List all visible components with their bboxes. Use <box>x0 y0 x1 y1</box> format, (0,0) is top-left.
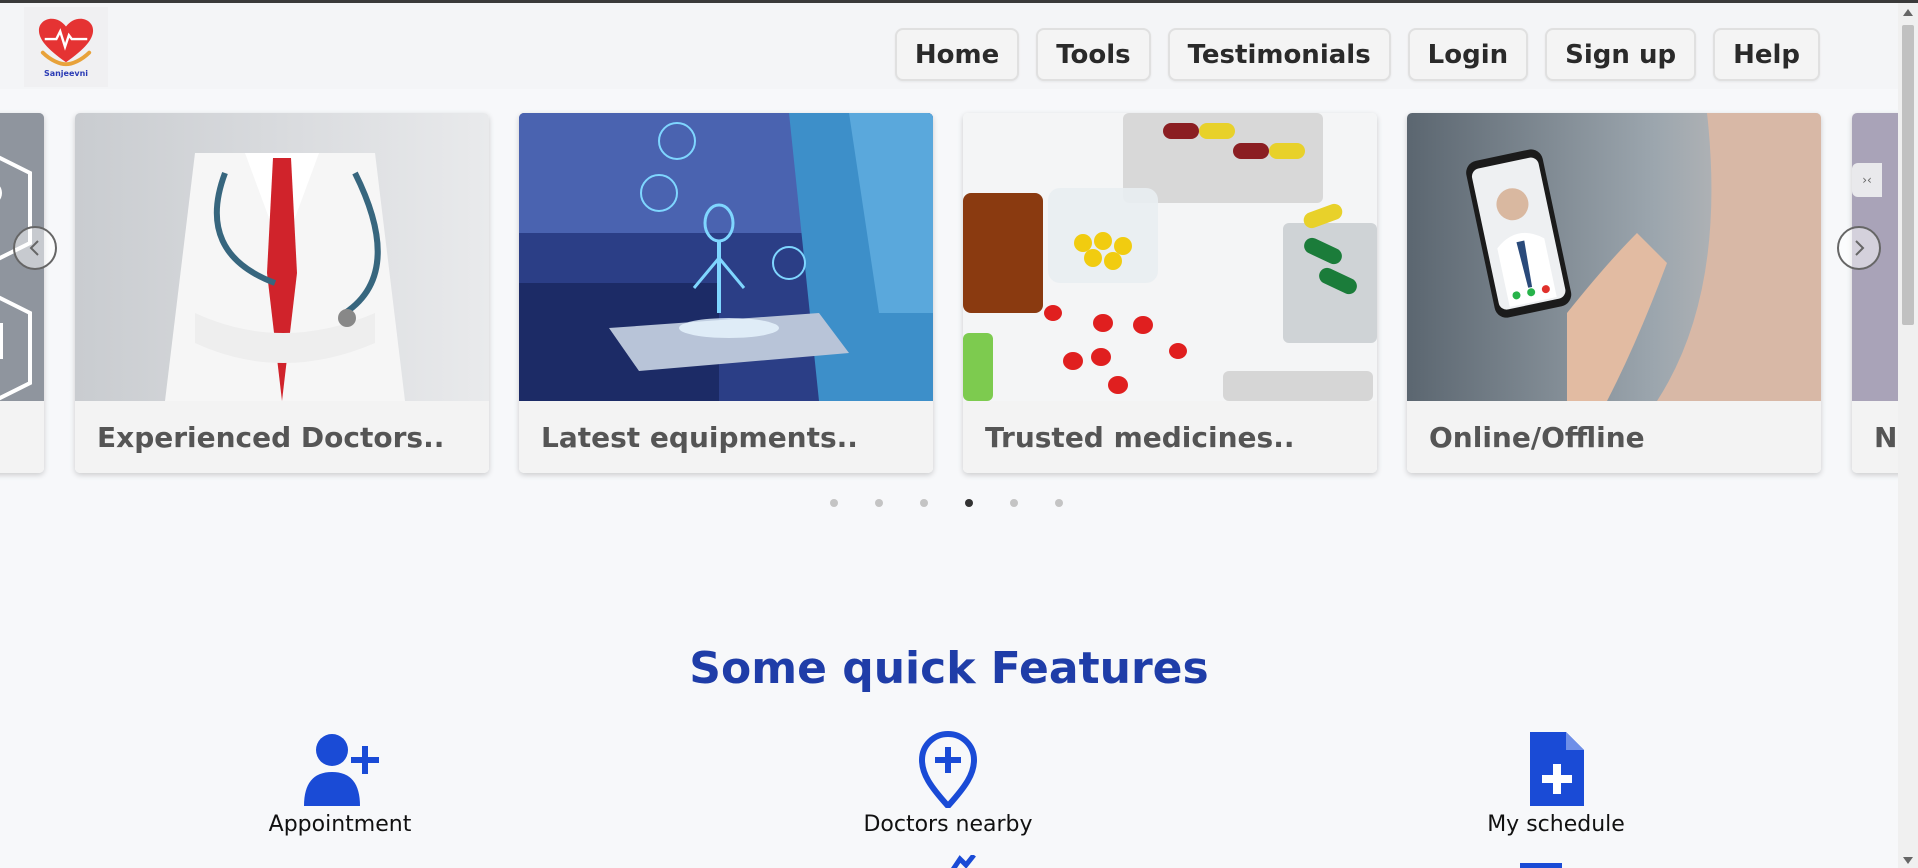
hologram-tablet-photo <box>519 113 933 401</box>
location-plus-icon <box>918 730 978 808</box>
nav-links: Home Tools Testimonials Login Sign up He… <box>894 28 1820 81</box>
feature-label: Doctors nearby <box>863 812 1033 837</box>
feature-doctors-nearby[interactable]: Doctors nearby <box>818 728 1078 837</box>
feature-label: Appointment <box>268 812 412 837</box>
chevron-right-icon <box>1855 240 1865 256</box>
brand-name: Sanjeevni <box>43 68 89 78</box>
nav-help-button[interactable]: Help <box>1713 28 1820 81</box>
carousel-prev-button[interactable] <box>13 226 57 270</box>
page: Sanjeevni Home Tools Testimonials Login … <box>0 3 1898 868</box>
scroll-up-arrow-icon[interactable] <box>1903 9 1913 16</box>
carousel-card-equipments[interactable]: Latest equipments.. <box>519 113 933 473</box>
carousel-dot-1[interactable] <box>830 499 838 507</box>
image-carousel: Experienced Doctors.. Latest equipments.… <box>0 113 1898 513</box>
feature-row2-icon-partial <box>946 853 986 868</box>
carousel-indicators <box>830 499 1063 507</box>
doctor-photo <box>75 113 489 401</box>
nav-signup-button[interactable]: Sign up <box>1545 28 1697 81</box>
nav-home-button[interactable]: Home <box>894 28 1020 81</box>
collapse-widget-icon[interactable]: ›‹ <box>1852 163 1882 197</box>
carousel-card-caption: Trusted medicines.. <box>963 401 1377 473</box>
brand-logo[interactable]: Sanjeevni <box>24 7 108 87</box>
carousel-next-button[interactable] <box>1837 226 1881 270</box>
scroll-down-arrow-icon[interactable] <box>1903 857 1913 864</box>
nav-tools-button[interactable]: Tools <box>1036 28 1151 81</box>
feature-appointment[interactable]: Appointment <box>210 728 470 837</box>
carousel-dot-2[interactable] <box>875 499 883 507</box>
user-plus-icon <box>304 734 379 806</box>
video-call-phone-photo <box>1407 113 1821 401</box>
carousel-dot-4[interactable] <box>965 499 973 507</box>
nav-testimonials-button[interactable]: Testimonials <box>1167 28 1391 81</box>
scroll-thumb[interactable] <box>1902 25 1914 325</box>
carousel-card-caption: N <box>1852 401 1898 473</box>
carousel-dot-3[interactable] <box>920 499 928 507</box>
carousel-dot-6[interactable] <box>1055 499 1063 507</box>
feature-my-schedule[interactable]: My schedule <box>1426 728 1686 837</box>
pills-photo <box>963 113 1377 401</box>
carousel-card-caption <box>0 401 44 473</box>
file-medical-icon <box>1530 732 1584 806</box>
carousel-card-medicines[interactable]: Trusted medicines.. <box>963 113 1377 473</box>
feature-label: My schedule <box>1487 812 1625 837</box>
carousel-card-caption: Experienced Doctors.. <box>75 401 489 473</box>
carousel-card-caption: Latest equipments.. <box>519 401 933 473</box>
feature-row2-icon-partial <box>1520 863 1562 868</box>
nav-login-button[interactable]: Login <box>1407 28 1529 81</box>
carousel-card-online[interactable]: Online/Offline <box>1407 113 1821 473</box>
heart-logo-icon <box>38 18 94 66</box>
navbar: Sanjeevni Home Tools Testimonials Login … <box>0 3 1898 89</box>
carousel-card-doctors[interactable]: Experienced Doctors.. <box>75 113 489 473</box>
carousel-card-partial-left[interactable] <box>0 113 44 473</box>
carousel-card-caption: Online/Offline <box>1407 401 1821 473</box>
page-scrollbar[interactable] <box>1898 3 1918 868</box>
carousel-dot-5[interactable] <box>1010 499 1018 507</box>
chevron-left-icon <box>29 240 39 256</box>
features-title: Some quick Features <box>689 643 1209 694</box>
